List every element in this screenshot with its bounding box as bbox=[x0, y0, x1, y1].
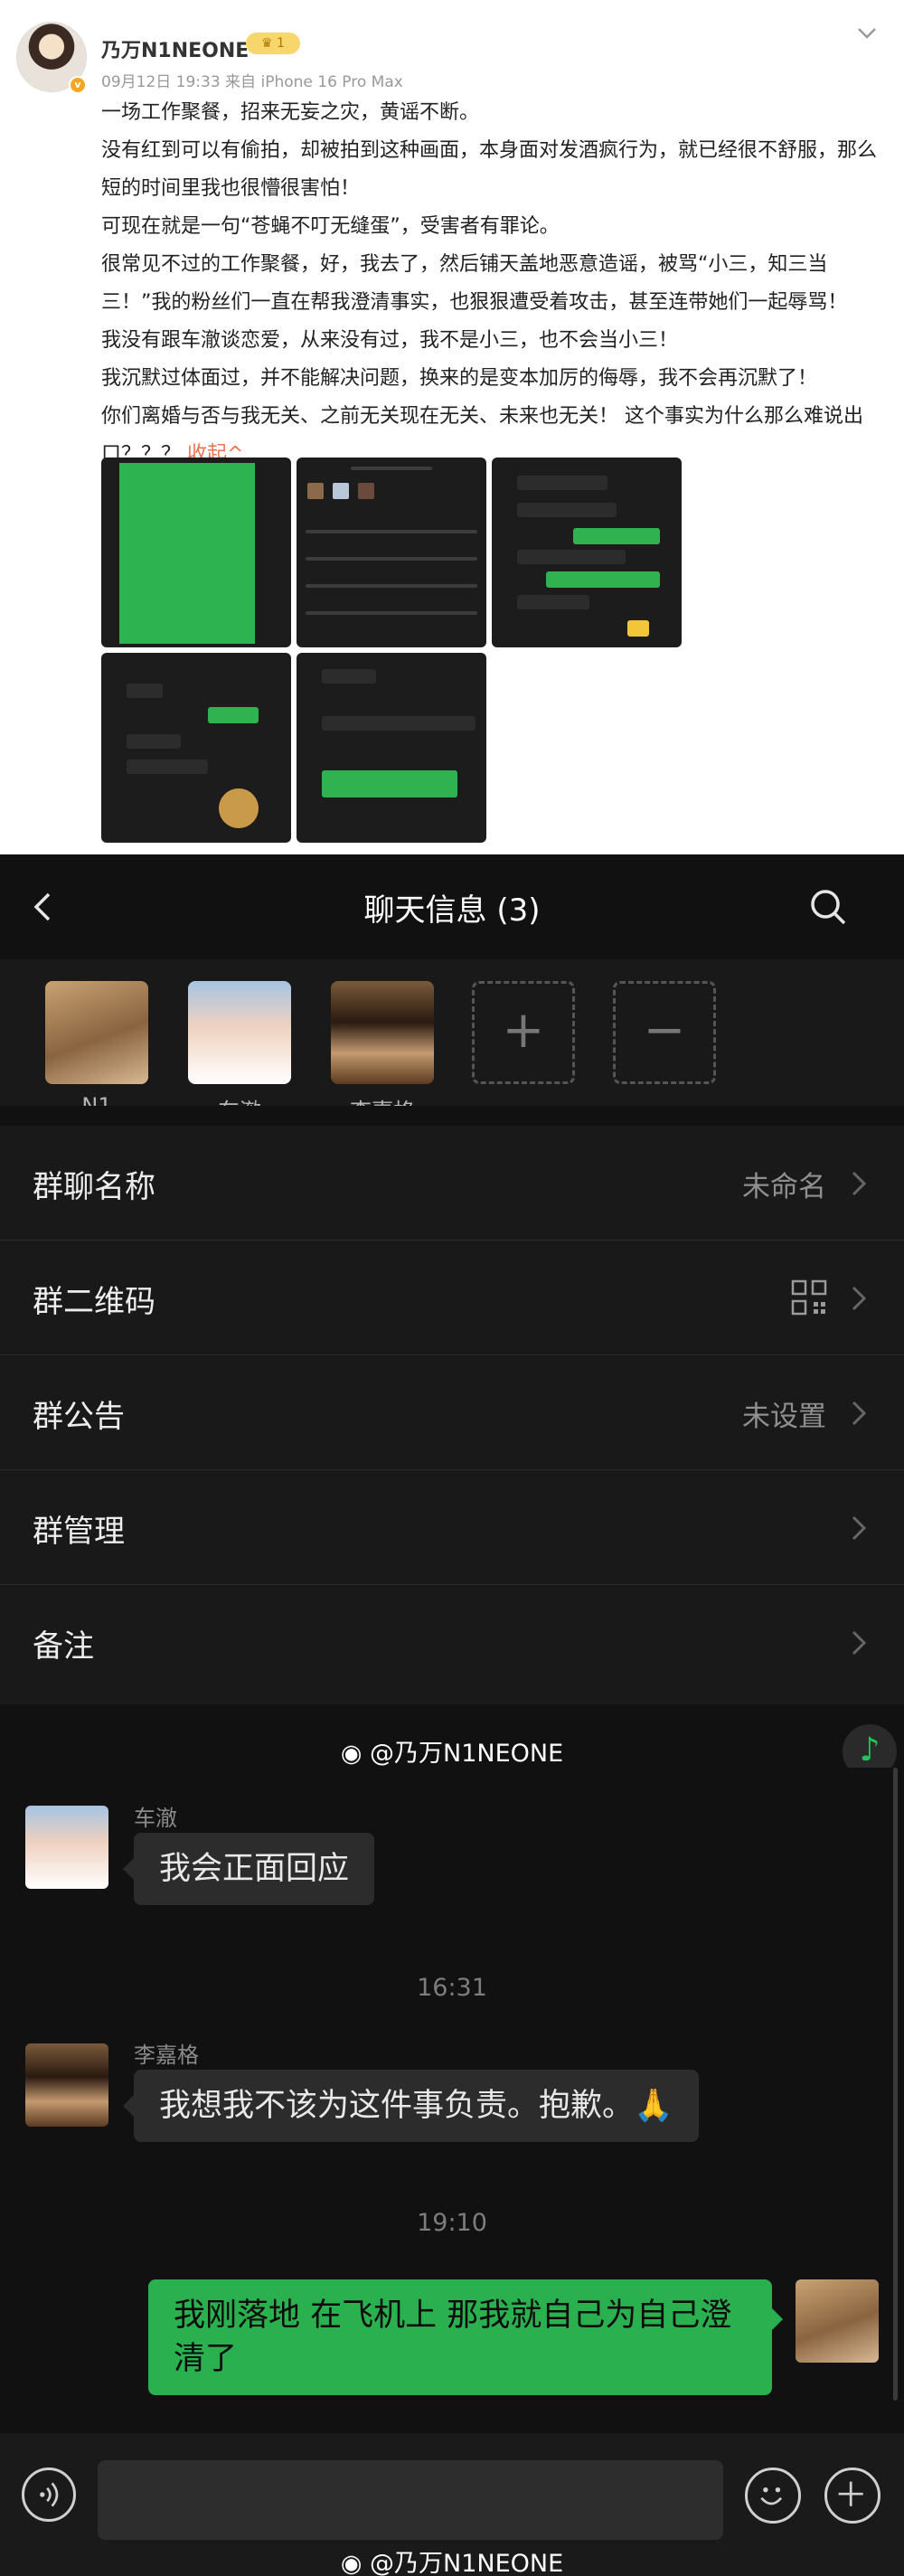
avatar bbox=[331, 981, 434, 1084]
emoji-icon[interactable] bbox=[745, 2467, 801, 2524]
avatar[interactable] bbox=[796, 2279, 879, 2363]
member-level-badge: ♛ 1 bbox=[246, 33, 300, 54]
chevron-down-icon[interactable] bbox=[853, 20, 880, 47]
remove-member-button[interactable]: − bbox=[613, 981, 716, 1084]
weibo-watermark: ◉ @乃万N1NEONE bbox=[340, 1740, 564, 1768]
row-group-qrcode[interactable]: 群二维码 bbox=[0, 1241, 904, 1355]
row-value: 未设置 bbox=[742, 1401, 826, 1433]
screenshot-root: v 乃万N1NEONE ♛ 1 09月12日 19:33 来自 iPhone 1… bbox=[0, 0, 904, 2576]
post-meta: 09月12日 19:33 来自 iPhone 16 Pro Max bbox=[101, 73, 403, 91]
avatar[interactable] bbox=[25, 1806, 108, 1889]
qr-code-icon bbox=[791, 1279, 827, 1316]
thumbnail-image[interactable] bbox=[492, 458, 682, 647]
chevron-right-icon bbox=[852, 1401, 867, 1426]
avatar bbox=[188, 981, 291, 1084]
row-label: 群公告 bbox=[33, 1399, 125, 1435]
post-paragraph: 我没有跟车澈谈恋爱，从来没有过，我不是小三，也不会当小三！ bbox=[101, 329, 679, 352]
search-icon[interactable] bbox=[808, 887, 848, 927]
message-input[interactable] bbox=[98, 2460, 723, 2540]
row-group-name[interactable]: 群聊名称 未命名 bbox=[0, 1126, 904, 1241]
thumbnail-image[interactable] bbox=[297, 653, 486, 843]
member-list: N1 车澈 李嘉格 + − bbox=[0, 959, 904, 1124]
add-member-button[interactable]: + bbox=[472, 981, 575, 1084]
post-paragraph: 一场工作聚餐，招来无妄之灾，黄谣不断。 bbox=[101, 101, 480, 124]
row-remark[interactable]: 备注 bbox=[0, 1585, 904, 1700]
thumbnail-image[interactable] bbox=[297, 458, 486, 647]
thumbnail-image[interactable] bbox=[101, 653, 291, 843]
message-bubble[interactable]: 我会正面回应 bbox=[134, 1833, 375, 1905]
timestamp: 16:31 bbox=[417, 1974, 487, 2002]
plus-icon[interactable] bbox=[824, 2467, 880, 2524]
post-paragraph: 可现在就是一句“苍蝇不叮无缝蛋”，受害者有罪论。 bbox=[101, 215, 560, 238]
avatar bbox=[45, 981, 148, 1084]
author-name[interactable]: 乃万N1NEONE bbox=[101, 34, 249, 63]
row-label: 群管理 bbox=[33, 1514, 125, 1550]
weibo-post: v 乃万N1NEONE ♛ 1 09月12日 19:33 来自 iPhone 1… bbox=[0, 0, 904, 854]
row-label: 群聊名称 bbox=[33, 1169, 155, 1205]
message-bubble-self[interactable]: 我刚落地 在飞机上 那我就自己为自己澄清了 bbox=[148, 2279, 772, 2395]
member-lijiage[interactable]: 李嘉格 bbox=[331, 981, 434, 1125]
row-label: 群二维码 bbox=[33, 1284, 155, 1320]
chat-screen: 车澈 我会正面回应 16:31 李嘉格 我想我不该为这件事负责。抱歉。🙏 19:… bbox=[0, 1768, 904, 2576]
row-value: 未命名 bbox=[742, 1171, 826, 1203]
member-n1[interactable]: N1 bbox=[45, 981, 148, 1118]
row-group-management[interactable]: 群管理 bbox=[0, 1470, 904, 1585]
sender-name: 车澈 bbox=[134, 1806, 177, 1831]
timestamp: 19:10 bbox=[417, 2209, 487, 2237]
page-title: 聊天信息 (3) bbox=[363, 892, 541, 929]
post-body: 一场工作聚餐，招来无妄之灾，黄谣不断。 没有红到可以有偷拍，却被拍到这种画面，本… bbox=[101, 94, 879, 474]
chevron-right-icon bbox=[852, 1171, 867, 1196]
sender-name: 李嘉格 bbox=[134, 2043, 199, 2068]
image-grid bbox=[101, 458, 682, 843]
verified-badge: v bbox=[69, 76, 87, 94]
row-label: 备注 bbox=[33, 1628, 94, 1665]
thumbnail-image[interactable] bbox=[101, 458, 291, 647]
weibo-watermark: ◉ @乃万N1NEONE bbox=[340, 2550, 564, 2576]
row-group-announcement[interactable]: 群公告 未设置 bbox=[0, 1355, 904, 1470]
chevron-right-icon bbox=[852, 1630, 867, 1656]
settings-list: 群聊名称 未命名 群二维码 群公告 未设置 群管理 备注 bbox=[0, 1126, 904, 1704]
chevron-right-icon bbox=[852, 1286, 867, 1311]
nav-bar: 聊天信息 (3) bbox=[0, 854, 904, 959]
post-paragraph: 我沉默过体面过，并不能解决问题，换来的是变本加厉的侮辱，我不会再沉默了！ bbox=[101, 367, 818, 390]
message-bubble[interactable]: 我想我不该为这件事负责。抱歉。🙏 bbox=[134, 2070, 699, 2142]
scrollbar[interactable] bbox=[893, 1768, 898, 2401]
watermark-text: @乃万N1NEONE bbox=[370, 1740, 564, 1768]
voice-icon[interactable] bbox=[22, 2467, 76, 2522]
member-level: 1 bbox=[277, 36, 285, 51]
chevron-right-icon bbox=[852, 1515, 867, 1541]
chat-info-screen: 聊天信息 (3) N1 车澈 李嘉格 + − bbox=[0, 854, 904, 1779]
post-paragraph: 很常见不过的工作聚餐，好，我去了，然后铺天盖地恶意造谣，被骂“小三，知三当三！”… bbox=[101, 253, 848, 314]
watermark-text: @乃万N1NEONE bbox=[370, 2550, 564, 2576]
member-checher[interactable]: 车澈 bbox=[188, 981, 291, 1125]
post-paragraph: 没有红到可以有偷拍，却被拍到这种画面，本身面对发酒疯行为，就已经很不舒服，那么短… bbox=[101, 139, 878, 200]
avatar[interactable] bbox=[25, 2043, 108, 2127]
